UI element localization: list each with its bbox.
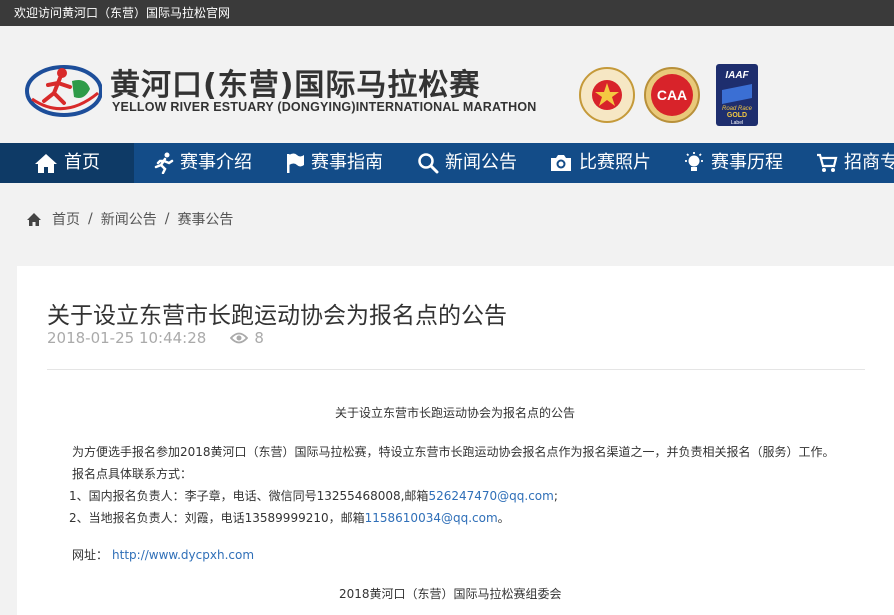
nav-item-sponsor[interactable]: 招商专 xyxy=(816,143,894,183)
iaaf-text: IAAF xyxy=(725,70,749,81)
marathon-logo-icon[interactable] xyxy=(24,63,102,117)
contact-line-1-end: ; xyxy=(553,489,558,503)
cart-icon xyxy=(817,153,838,172)
chinese-athletic-association-badge-icon xyxy=(579,67,635,123)
home-icon xyxy=(27,212,41,226)
breadcrumb-separator: / xyxy=(164,211,170,227)
article-heading: 关于设立东营市长跑运动协会为报名点的公告 xyxy=(335,406,576,420)
nav-item-history[interactable]: 赛事历程 xyxy=(683,143,783,183)
welcome-text: 欢迎访问黄河口（东营）国际马拉松官网 xyxy=(14,6,231,20)
contact-line-2-text: 2、当地报名负责人：刘霞，电话13589999210，邮箱 xyxy=(69,511,365,525)
website-line: 网址： http://www.dycpxh.com xyxy=(72,546,254,563)
nav-item-guide[interactable]: 赛事指南 xyxy=(285,143,383,183)
website-link[interactable]: http://www.dycpxh.com xyxy=(112,548,254,562)
article-date: 2018-01-25 10:44:28 xyxy=(47,329,207,347)
contact-intro: 报名点具体联系方式： xyxy=(72,467,193,481)
breadcrumb: 首页 / 新闻公告 / 赛事公告 xyxy=(26,209,233,229)
nav-label: 比赛照片 xyxy=(579,152,651,173)
brand-name-cn: 黄河口(东营)国际马拉松赛 xyxy=(110,68,481,103)
camera-icon xyxy=(551,155,571,171)
article-card: 关于设立东营市长跑运动协会为报名点的公告 2018-01-25 10:44:28… xyxy=(17,266,894,615)
nav-label: 新闻公告 xyxy=(445,152,517,173)
iaaf-line2: GOLD xyxy=(727,112,747,119)
caa-text: CAA xyxy=(657,87,687,103)
nav-label: 赛事介绍 xyxy=(180,152,252,173)
nav-label: 首页 xyxy=(64,152,100,173)
contact-line-1-text: 1、国内报名负责人：李子章，电话、微信同号13255468008,邮箱 xyxy=(69,489,429,503)
nav-item-home[interactable]: 首页 xyxy=(0,143,134,183)
breadcrumb-separator: / xyxy=(88,211,93,227)
iaaf-gold-label-badge-icon: IAAF Road Race GOLD Label xyxy=(716,64,758,126)
home-icon xyxy=(35,154,57,173)
contact-email-2-link[interactable]: 1158610034@qq.com xyxy=(365,511,498,525)
contact-email-1-link[interactable]: 526247470@qq.com xyxy=(428,489,553,503)
contact-line-2-end: 。 xyxy=(497,511,510,525)
article-title: 关于设立东营市长跑运动协会为报名点的公告 xyxy=(47,303,507,329)
divider xyxy=(47,369,865,370)
iaaf-line3: Label xyxy=(731,120,743,126)
article-signature: 2018黄河口（东营）国际马拉松赛组委会 xyxy=(339,587,562,601)
top-welcome-bar: 欢迎访问黄河口（东营）国际马拉松官网 xyxy=(0,0,894,26)
brand-name-en: YELLOW RIVER ESTUARY (DONGYING)INTERNATI… xyxy=(112,100,537,114)
article-meta: 2018-01-25 10:44:28 8 xyxy=(47,329,264,347)
breadcrumb-home-link[interactable]: 首页 xyxy=(52,209,80,229)
contact-line-1: 1、国内报名负责人：李子章，电话、微信同号13255468008,邮箱52624… xyxy=(69,487,558,504)
breadcrumb-current[interactable]: 赛事公告 xyxy=(177,209,233,229)
view-count-value: 8 xyxy=(254,329,264,347)
nav-item-news[interactable]: 新闻公告 xyxy=(417,143,517,183)
nav-label: 赛事指南 xyxy=(311,152,383,173)
contact-line-2: 2、当地报名负责人：刘霞，电话13589999210，邮箱1158610034@… xyxy=(69,509,510,526)
search-icon xyxy=(418,153,439,174)
lightbulb-icon xyxy=(685,152,703,171)
nav-item-photos[interactable]: 比赛照片 xyxy=(549,143,651,183)
article-paragraph: 为方便选手报名参加2018黄河口（东营）国际马拉松赛，特设立东营市长跑运动协会报… xyxy=(72,445,835,459)
breadcrumb-news-link[interactable]: 新闻公告 xyxy=(101,209,157,229)
flag-icon xyxy=(287,153,304,173)
main-nav: 首页 赛事介绍 赛事指南 新闻公告 比赛照片 赛事历程 招商专 xyxy=(0,143,894,183)
eye-icon xyxy=(230,332,249,344)
runner-icon xyxy=(154,152,174,174)
caa-gold-badge-icon: CAA xyxy=(644,67,700,123)
website-label: 网址： xyxy=(72,548,109,562)
nav-label: 招商专 xyxy=(844,152,894,173)
nav-item-intro[interactable]: 赛事介绍 xyxy=(154,143,252,183)
nav-label: 赛事历程 xyxy=(711,152,783,173)
view-count: 8 xyxy=(230,329,264,347)
site-header: 黄河口(东营)国际马拉松赛 YELLOW RIVER ESTUARY (DONG… xyxy=(0,26,894,143)
